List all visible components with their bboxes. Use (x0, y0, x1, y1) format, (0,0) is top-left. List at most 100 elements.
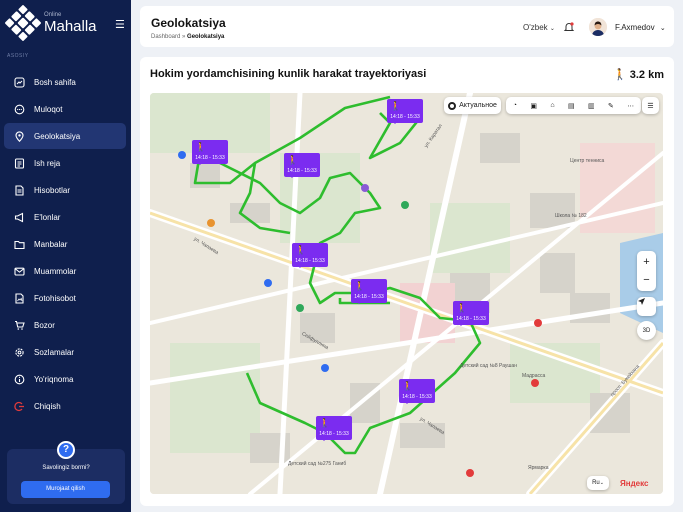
sidebar-item-label: Muloqot (34, 104, 63, 114)
sidebar-item-label: Sozlamalar (34, 347, 75, 357)
sidebar-item-label: Hisobotlar (34, 185, 71, 195)
location-marker[interactable]: 🚶 14:18 - 15:33 (292, 243, 328, 268)
trajectory-card: Hokim yordamchisining kunlik harakat tra… (140, 57, 674, 506)
zoom-out-button[interactable]: − (643, 271, 649, 289)
sidebar-item-geolokatsiya[interactable]: Geolokatsiya (4, 123, 126, 149)
help-box: ? Savolingiz bormi? Murojaat qilish (7, 441, 125, 504)
sidebar-item-label: Bozor (34, 320, 55, 330)
sidebar-item-elonlar[interactable]: E'lonlar (4, 204, 126, 230)
sidebar-item-manbalar[interactable]: Manbalar (4, 231, 126, 257)
sidebar-item-muloqot[interactable]: Muloqot (4, 96, 126, 122)
sidebar-item-label: Geolokatsiya (34, 131, 81, 141)
language-label: O'zbek (523, 23, 548, 32)
location-marker[interactable]: 🚶 14:18 - 15:33 (387, 99, 423, 124)
sidebar-item-yoriqnoma[interactable]: Yo'riqnoma (4, 366, 126, 392)
marker-time: 14:18 - 15:33 (295, 258, 325, 264)
user-name: F.Axmedov (615, 23, 655, 32)
marker-time: 14:18 - 15:33 (287, 168, 317, 174)
plan-icon (12, 156, 26, 170)
top-header: Geolokatsiya Dashboard » Geolokatsiya O'… (140, 6, 674, 47)
marker-time: 14:18 - 15:33 (354, 294, 384, 300)
gear-icon (12, 345, 26, 359)
ruler-icon[interactable]: ✎ (608, 102, 614, 110)
cart-icon (12, 318, 26, 332)
breadcrumb: Dashboard » Geolokatsiya (151, 34, 224, 40)
traffic-icon[interactable]: ◔ (513, 102, 517, 109)
contact-button[interactable]: Murojaat qilish (21, 481, 110, 498)
language-selector[interactable]: O'zbek ⌄ (523, 23, 555, 32)
place-label: Центр тенниса (570, 158, 605, 164)
location-marker[interactable]: 🚶 14:18 - 15:33 (284, 153, 320, 178)
place-label: Школа № 182 (555, 213, 587, 219)
help-title: Savolingiz bormi? (42, 465, 90, 471)
sidebar-item-sozlamalar[interactable]: Sozlamalar (4, 339, 126, 365)
panorama-icon[interactable]: ▣ (530, 102, 537, 110)
layer-toggle[interactable]: Актуальное (444, 97, 501, 114)
breadcrumb-current: Geolokatsiya (187, 34, 225, 40)
location-marker[interactable]: 🚶 14:18 - 15:33 (453, 301, 489, 326)
logo-title: Mahalla (44, 18, 97, 35)
breadcrumb-root[interactable]: Dashboard (151, 34, 180, 40)
sidebar-item-label: Muammolar (34, 266, 77, 276)
person-icon: 🚶 (354, 281, 366, 291)
chevron-down-icon: ⌄ (659, 25, 666, 32)
more-icon[interactable]: ⋯ (627, 102, 634, 110)
place-label: Ярмарка (528, 465, 549, 471)
person-icon: 🚶 (319, 418, 331, 428)
location-marker[interactable]: 🚶 14:18 - 15:33 (192, 140, 228, 165)
user-menu[interactable]: F.Axmedov ⌄ (615, 23, 666, 32)
marker-time: 14:18 - 15:33 (402, 394, 432, 400)
notification-bell-icon[interactable] (563, 20, 575, 32)
camera-icon[interactable]: ⌂ (550, 102, 554, 109)
dashboard-icon (12, 75, 26, 89)
sidebar-item-bosh-sahifa[interactable]: Bosh sahifa (4, 69, 126, 95)
zoom-control: + − (637, 251, 656, 291)
marker-time: 14:18 - 15:33 (456, 316, 486, 322)
map-view[interactable]: ул. Чапаева ул. Чапаева ул. Каратал Сейф… (150, 93, 663, 494)
sidebar-item-label: Bosh sahifa (34, 77, 76, 87)
avatar[interactable] (589, 18, 607, 36)
map-tools: ◔ ▣ ⌂ ▤ ▥ ✎ ⋯ (506, 97, 641, 114)
location-pin-icon (12, 129, 26, 143)
sidebar-item-chiqish[interactable]: Chiqish (4, 393, 126, 419)
location-marker[interactable]: 🚶 14:18 - 15:33 (316, 416, 352, 441)
sidebar-item-muammolar[interactable]: Muammolar (4, 258, 126, 284)
sidebar-item-ish-reja[interactable]: Ish reja (4, 150, 126, 176)
menu-collapse-icon[interactable]: ☰ (115, 18, 125, 31)
map-language-label: Ru (592, 480, 600, 486)
sidebar-item-label: Fotohisobot (34, 293, 76, 303)
transit-icon[interactable]: ▤ (568, 102, 575, 110)
zoom-in-button[interactable]: + (643, 253, 649, 271)
sidebar-item-bozor[interactable]: Bozor (4, 312, 126, 338)
geolocate-button[interactable] (637, 297, 656, 316)
distance-total: 🚶 3.2 km (613, 68, 664, 82)
sidebar-item-hisobotlar[interactable]: Hisobotlar (4, 177, 126, 203)
sidebar-item-label: Manbalar (34, 239, 68, 249)
folder-icon (12, 237, 26, 251)
report-icon (12, 183, 26, 197)
view-3d-button[interactable]: 3D (637, 321, 656, 340)
sidebar-item-label: E'lonlar (34, 212, 61, 222)
map-menu-button[interactable]: ☰ (642, 97, 659, 114)
map-language-selector[interactable]: Ru ⌄ (587, 476, 609, 490)
location-marker[interactable]: 🚶 14:18 - 15:33 (399, 379, 435, 404)
person-icon: 🚶 (195, 142, 207, 152)
person-icon: 🚶 (295, 245, 307, 255)
sidebar-item-fotohisobot[interactable]: Fotohisobot (4, 285, 126, 311)
info-icon (12, 372, 26, 386)
layer-radio-icon (448, 101, 457, 110)
question-icon: ? (57, 441, 75, 459)
logout-icon (12, 399, 26, 413)
layer-label: Актуальное (459, 102, 497, 109)
map-provider-logo[interactable]: Яндекс (620, 479, 648, 488)
marker-time: 14:18 - 15:33 (319, 431, 349, 437)
navigation-arrow-icon (638, 298, 645, 305)
sidebar-section-label: ASOSIY (7, 53, 29, 59)
parking-icon[interactable]: ▥ (588, 102, 595, 110)
sidebar: Online Mahalla ☰ ASOSIY Bosh sahifa Mulo… (0, 0, 131, 512)
chat-icon (12, 102, 26, 116)
app-logo[interactable]: Online Mahalla (4, 4, 97, 42)
location-marker[interactable]: 🚶 14:18 - 15:33 (351, 279, 387, 304)
walking-person-icon: 🚶 (613, 69, 627, 81)
card-title: Hokim yordamchisining kunlik harakat tra… (150, 68, 427, 80)
